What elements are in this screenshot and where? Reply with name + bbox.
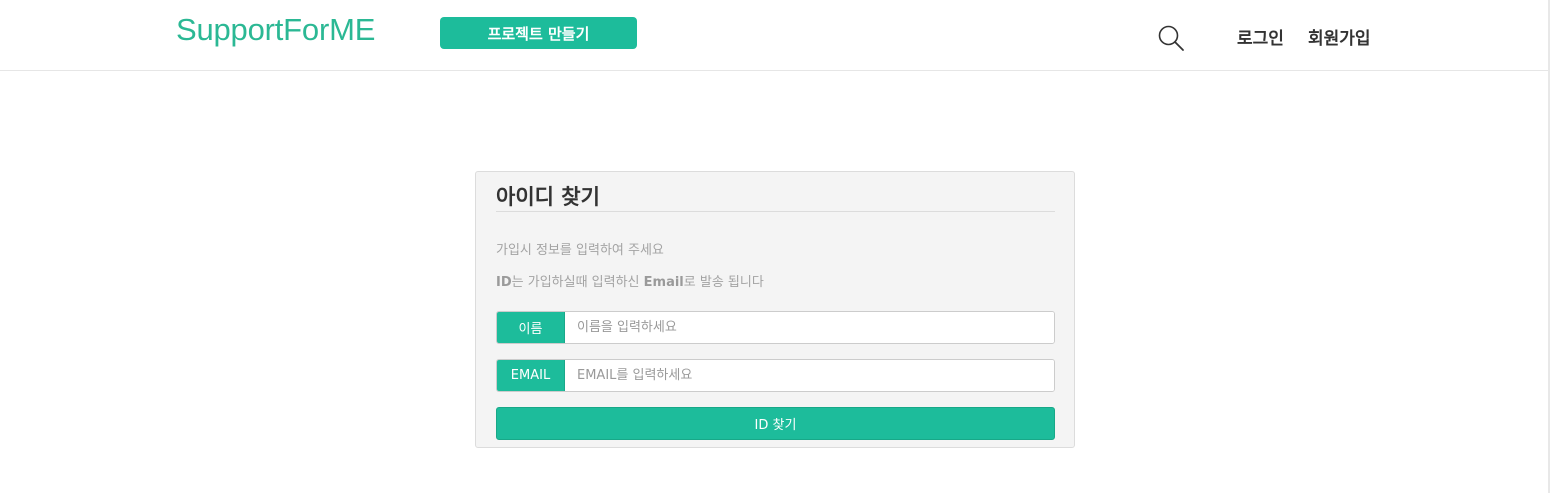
page: SupportForME 프로젝트 만들기 로그인 회원가입 아이디 찾기 가입…: [0, 0, 1550, 493]
site-logo[interactable]: SupportForME: [176, 12, 375, 48]
email-input[interactable]: [565, 360, 1054, 391]
notice-part-2: 로 발송 됩니다: [683, 275, 764, 290]
panel-title: 아이디 찾기: [496, 185, 600, 209]
search-icon[interactable]: [1157, 24, 1185, 52]
email-term: Email: [643, 275, 684, 290]
login-link[interactable]: 로그인: [1237, 24, 1284, 49]
name-input-group: 이름: [496, 311, 1055, 344]
email-input-group: EMAIL: [496, 359, 1055, 392]
instruction-text: 가입시 정보를 입력하여 주세요: [496, 243, 664, 258]
top-navbar: SupportForME 프로젝트 만들기 로그인 회원가입: [0, 0, 1548, 71]
signup-link[interactable]: 회원가입: [1308, 24, 1371, 49]
title-divider: [496, 211, 1055, 212]
find-id-button[interactable]: ID 찾기: [496, 407, 1055, 440]
name-input[interactable]: [565, 312, 1054, 343]
find-id-panel: 아이디 찾기 가입시 정보를 입력하여 주세요 ID는 가입하실때 입력하신 E…: [475, 171, 1075, 448]
create-project-button[interactable]: 프로젝트 만들기: [440, 17, 637, 49]
notice-part-1: 는 가입하실때 입력하신: [511, 275, 644, 290]
name-label: 이름: [497, 312, 565, 343]
email-label: EMAIL: [497, 360, 565, 391]
delivery-notice: ID는 가입하실때 입력하신 Email로 발송 됩니다: [496, 271, 764, 290]
id-term: ID: [496, 275, 512, 290]
